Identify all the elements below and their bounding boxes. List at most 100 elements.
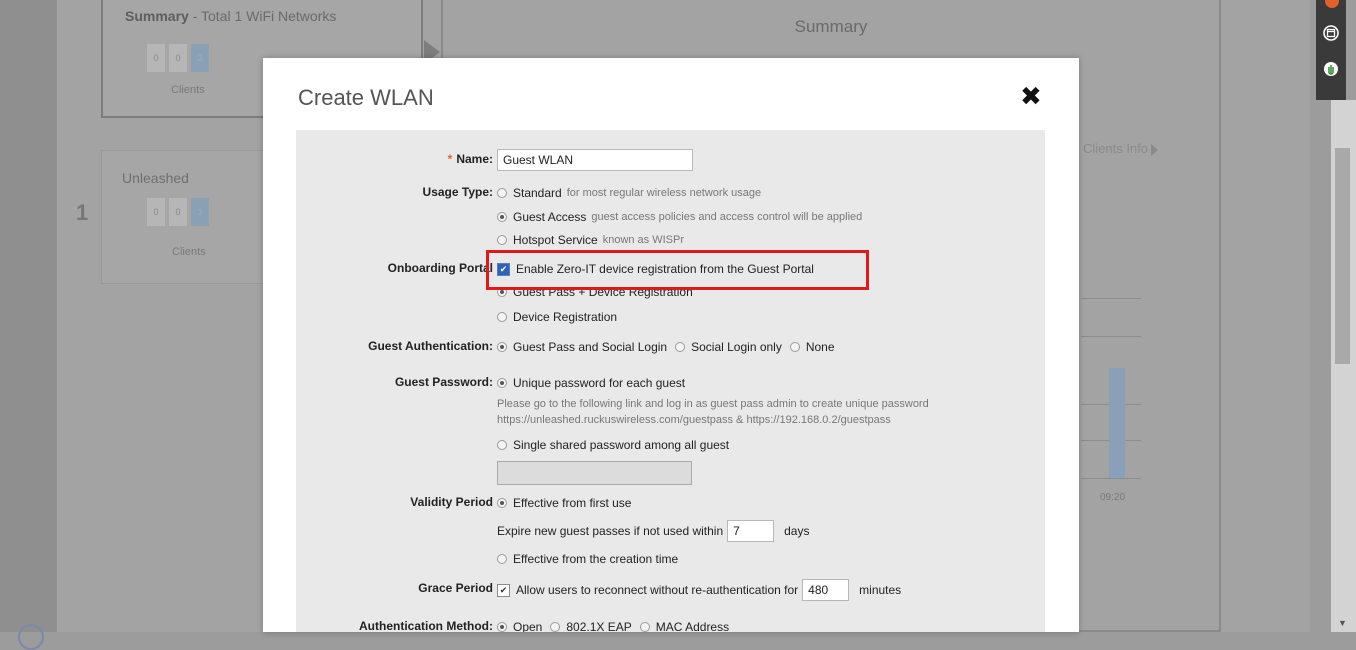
- grace-minutes-input[interactable]: [802, 579, 850, 601]
- authentication-method-label: Authentication Method:: [359, 619, 493, 632]
- counter: 0: [147, 198, 165, 226]
- radio-button[interactable]: [497, 188, 507, 198]
- name-input[interactable]: [497, 149, 693, 171]
- radio-button[interactable]: [497, 287, 507, 297]
- chart-gridline: [1081, 336, 1141, 337]
- usage-type-row: Usage Type: Standard for most regular wir…: [296, 182, 1045, 204]
- help-icon[interactable]: [18, 624, 44, 650]
- onboarding-portal-row: Onboarding Portal ✔ Enable Zero-IT device…: [296, 258, 1045, 280]
- left-band: [0, 0, 57, 632]
- dialog-title: Create WLAN: [298, 85, 434, 110]
- window-icon[interactable]: [1320, 22, 1342, 44]
- usage-type-row: Hotspot Service known as WISPr: [296, 229, 1045, 251]
- hand-pointer-icon[interactable]: [1320, 58, 1342, 80]
- guest-pass-links[interactable]: https://unleashed.ruckuswireless.com/gue…: [497, 412, 1027, 428]
- clients-label: Clients: [172, 246, 206, 258]
- radio-button[interactable]: [497, 342, 507, 352]
- chart-time-label: 09:20: [1100, 492, 1126, 503]
- onboarding-portal-label: Onboarding Portal: [387, 261, 493, 275]
- unleashed-counters: 0 0 3: [147, 198, 209, 226]
- radio-button[interactable]: [497, 498, 507, 508]
- effective-creation-time-option[interactable]: Effective from the creation time: [497, 552, 678, 566]
- radio-button[interactable]: [639, 622, 650, 632]
- device-registration-option[interactable]: Device Registration: [497, 310, 617, 324]
- scrollbar-thumb[interactable]: [1335, 148, 1350, 364]
- create-wlan-dialog: Create WLAN ✖ *Name: Usage Type: Standar…: [263, 58, 1079, 632]
- clients-info-link[interactable]: Clients Info: [1083, 141, 1159, 156]
- onboarding-option-row: Guest Pass + Device Registration: [296, 281, 1045, 303]
- guest-password-label: Guest Password:: [394, 375, 493, 389]
- checkbox-checked-icon[interactable]: ✔: [497, 583, 510, 597]
- usage-hotspot-option[interactable]: Hotspot Service known as WISPr: [497, 233, 684, 247]
- summary-counters: 0 0 3: [147, 44, 209, 72]
- required-marker: *: [447, 152, 453, 166]
- radio-button[interactable]: [497, 235, 507, 245]
- radio-button[interactable]: [497, 378, 507, 388]
- checkbox-checked-icon[interactable]: ✔: [497, 262, 510, 276]
- validity-period-label: Validity Period: [410, 495, 493, 509]
- auth-mac-address-option[interactable]: MAC Address: [639, 620, 729, 632]
- radio-button[interactable]: [675, 342, 686, 352]
- name-label: * Name:: [447, 152, 493, 166]
- summary-panel-title: Summary - Total 1 WiFi Networks: [125, 8, 337, 24]
- shared-password-option[interactable]: Single shared password among all guest: [497, 438, 729, 452]
- grace-period-row: Grace Period ✔ Allow users to reconnect w…: [296, 578, 1045, 602]
- guest-password-row: Guest Password: Unique password for each…: [296, 372, 1045, 394]
- expire-text: Expire new guest passes if not used with…: [497, 524, 724, 538]
- auth-none-option[interactable]: None: [789, 340, 835, 354]
- counter: 3: [191, 44, 209, 72]
- unleashed-panel[interactable]: Unleashed 0 0 3 Clients: [101, 150, 271, 284]
- guest-pass-note: Please go to the following link and log …: [497, 396, 1027, 428]
- radio-button[interactable]: [497, 312, 507, 322]
- grace-unit: minutes: [859, 583, 902, 597]
- name-row: * Name:: [296, 149, 1045, 171]
- shared-password-input-row: [296, 461, 1045, 485]
- authentication-method-row: Authentication Method: Open 802.1X EAP M…: [296, 616, 1045, 632]
- radio-button[interactable]: [497, 212, 507, 222]
- close-icon[interactable]: ✖: [1020, 81, 1042, 111]
- usage-type-row: Guest Access guest access policies and ac…: [296, 206, 1045, 228]
- auth-social-only-option[interactable]: Social Login only: [675, 340, 782, 354]
- radio-button[interactable]: [497, 554, 507, 564]
- radio-button[interactable]: [497, 440, 507, 450]
- auth-8021x-option[interactable]: 802.1X EAP: [550, 620, 632, 632]
- usage-guest-access-option[interactable]: Guest Access guest access policies and ac…: [497, 210, 862, 224]
- chart-bar: [1109, 368, 1125, 478]
- counter: 0: [169, 44, 187, 72]
- summary-header: Summary: [794, 17, 868, 36]
- onboarding-option-row: Device Registration: [296, 306, 1045, 328]
- usage-standard-option[interactable]: Standard for most regular wireless networ…: [497, 186, 761, 200]
- auth-guest-pass-social-option[interactable]: Guest Pass and Social Login: [497, 340, 667, 354]
- radio-button[interactable]: [789, 342, 800, 352]
- expire-days-input[interactable]: [727, 520, 775, 542]
- shared-password-row: Single shared password among all guest: [296, 434, 1045, 456]
- expire-row: Expire new guest passes if not used with…: [296, 519, 1045, 543]
- zero-it-registration-checkbox[interactable]: ✔ Enable Zero-IT device registration from…: [497, 262, 814, 276]
- radio-button[interactable]: [550, 622, 561, 632]
- guest-authentication-label: Guest Authentication:: [368, 339, 493, 353]
- clients-label: Clients: [171, 84, 205, 96]
- usage-type-label: Usage Type:: [422, 185, 493, 199]
- counter: 0: [147, 44, 165, 72]
- counter: 0: [169, 198, 187, 226]
- effective-first-use-option[interactable]: Effective from first use: [497, 496, 631, 510]
- expire-unit: days: [784, 524, 810, 538]
- auth-open-option[interactable]: Open: [497, 620, 542, 632]
- radio-button[interactable]: [497, 622, 507, 632]
- grace-period-label: Grace Period: [418, 581, 493, 595]
- notification-icon[interactable]: [1325, 0, 1339, 8]
- guest-pass-device-registration-option[interactable]: Guest Pass + Device Registration: [497, 285, 693, 299]
- side-toolbar: [1316, 0, 1346, 100]
- counter: 3: [191, 198, 209, 226]
- page-scrollbar[interactable]: ▼: [1331, 100, 1356, 632]
- caret-right-icon: [1151, 143, 1159, 156]
- chart-gridline: [1081, 298, 1141, 299]
- chart-axis: [1081, 478, 1141, 479]
- wlan-form: *Name: Usage Type: Standardfor most regu…: [296, 130, 1045, 632]
- group-index: 1: [76, 200, 89, 225]
- shared-password-input[interactable]: [497, 461, 692, 485]
- note-line: Please go to the following link and log …: [497, 398, 929, 410]
- grace-period-checkbox[interactable]: ✔ Allow users to reconnect without re-aut…: [497, 583, 798, 597]
- scroll-down-arrow-icon[interactable]: ▼: [1338, 618, 1347, 628]
- unique-password-option[interactable]: Unique password for each guest: [497, 376, 685, 390]
